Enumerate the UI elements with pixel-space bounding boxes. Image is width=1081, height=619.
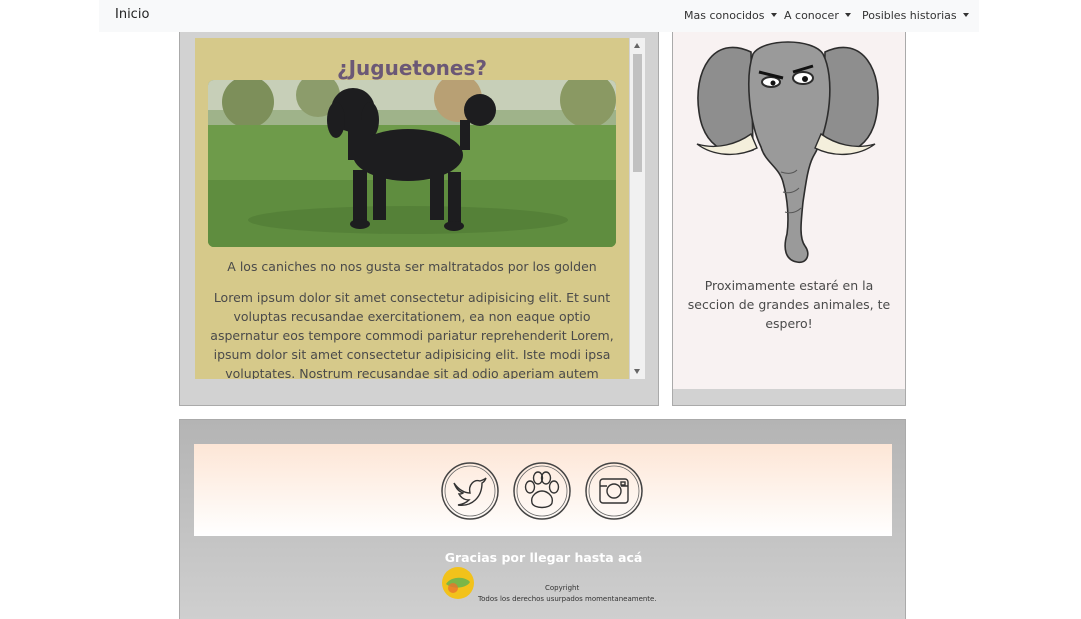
story-card[interactable]: ¿Juguetones? A los caniches no nos gusta…: [195, 38, 629, 379]
nav-dropdown-mas-conocidos[interactable]: Mas conocidos: [684, 9, 777, 22]
scrollbar-thumb[interactable]: [633, 54, 642, 172]
navbar: Inicio Mas conocidos A conocer Posibles …: [99, 0, 979, 32]
footer: Gracias por llegar hasta acá Copyright T…: [179, 419, 906, 619]
nav-dropdown-a-conocer[interactable]: A conocer: [784, 9, 851, 22]
poodle-image: [208, 80, 616, 247]
nav-label: A conocer: [784, 9, 839, 22]
paw-icon[interactable]: [512, 461, 572, 521]
side-card: Proximamente estaré en la seccion de gra…: [673, 32, 905, 389]
instagram-icon[interactable]: [584, 461, 644, 521]
elephant-illustration: [696, 41, 879, 264]
site-logo: [442, 567, 474, 599]
caret-down-icon: [770, 13, 777, 17]
copyright-text: Copyright: [545, 584, 580, 592]
nav-label: Posibles historias: [862, 9, 957, 22]
nav-brand-inicio[interactable]: Inicio: [115, 7, 149, 22]
nav-label: Mas conocidos: [684, 9, 765, 22]
card-body-text: Lorem ipsum dolor sit amet consectetur a…: [210, 290, 614, 379]
caret-down-icon: [962, 13, 969, 17]
card-caption: A los caniches no nos gusta ser maltrata…: [227, 259, 597, 274]
side-text: Proximamente estaré en la seccion de gra…: [687, 278, 891, 331]
nav-dropdown-posibles-historias[interactable]: Posibles historias: [862, 9, 969, 22]
caret-down-icon: [844, 13, 851, 17]
social-links: [194, 444, 892, 536]
scroll-down-arrow-icon[interactable]: [634, 369, 640, 374]
twitter-icon[interactable]: [440, 461, 500, 521]
card-scrollbar[interactable]: [630, 38, 645, 379]
left-panel: ¿Juguetones? A los caniches no nos gusta…: [179, 32, 659, 406]
right-panel: Proximamente estaré en la seccion de gra…: [672, 32, 906, 406]
scroll-up-arrow-icon[interactable]: [634, 43, 640, 48]
rights-text: Todos los derechos usurpados momentaneam…: [478, 595, 657, 603]
thanks-text: Gracias por llegar hasta acá: [444, 550, 643, 565]
card-title: ¿Juguetones?: [336, 56, 487, 80]
